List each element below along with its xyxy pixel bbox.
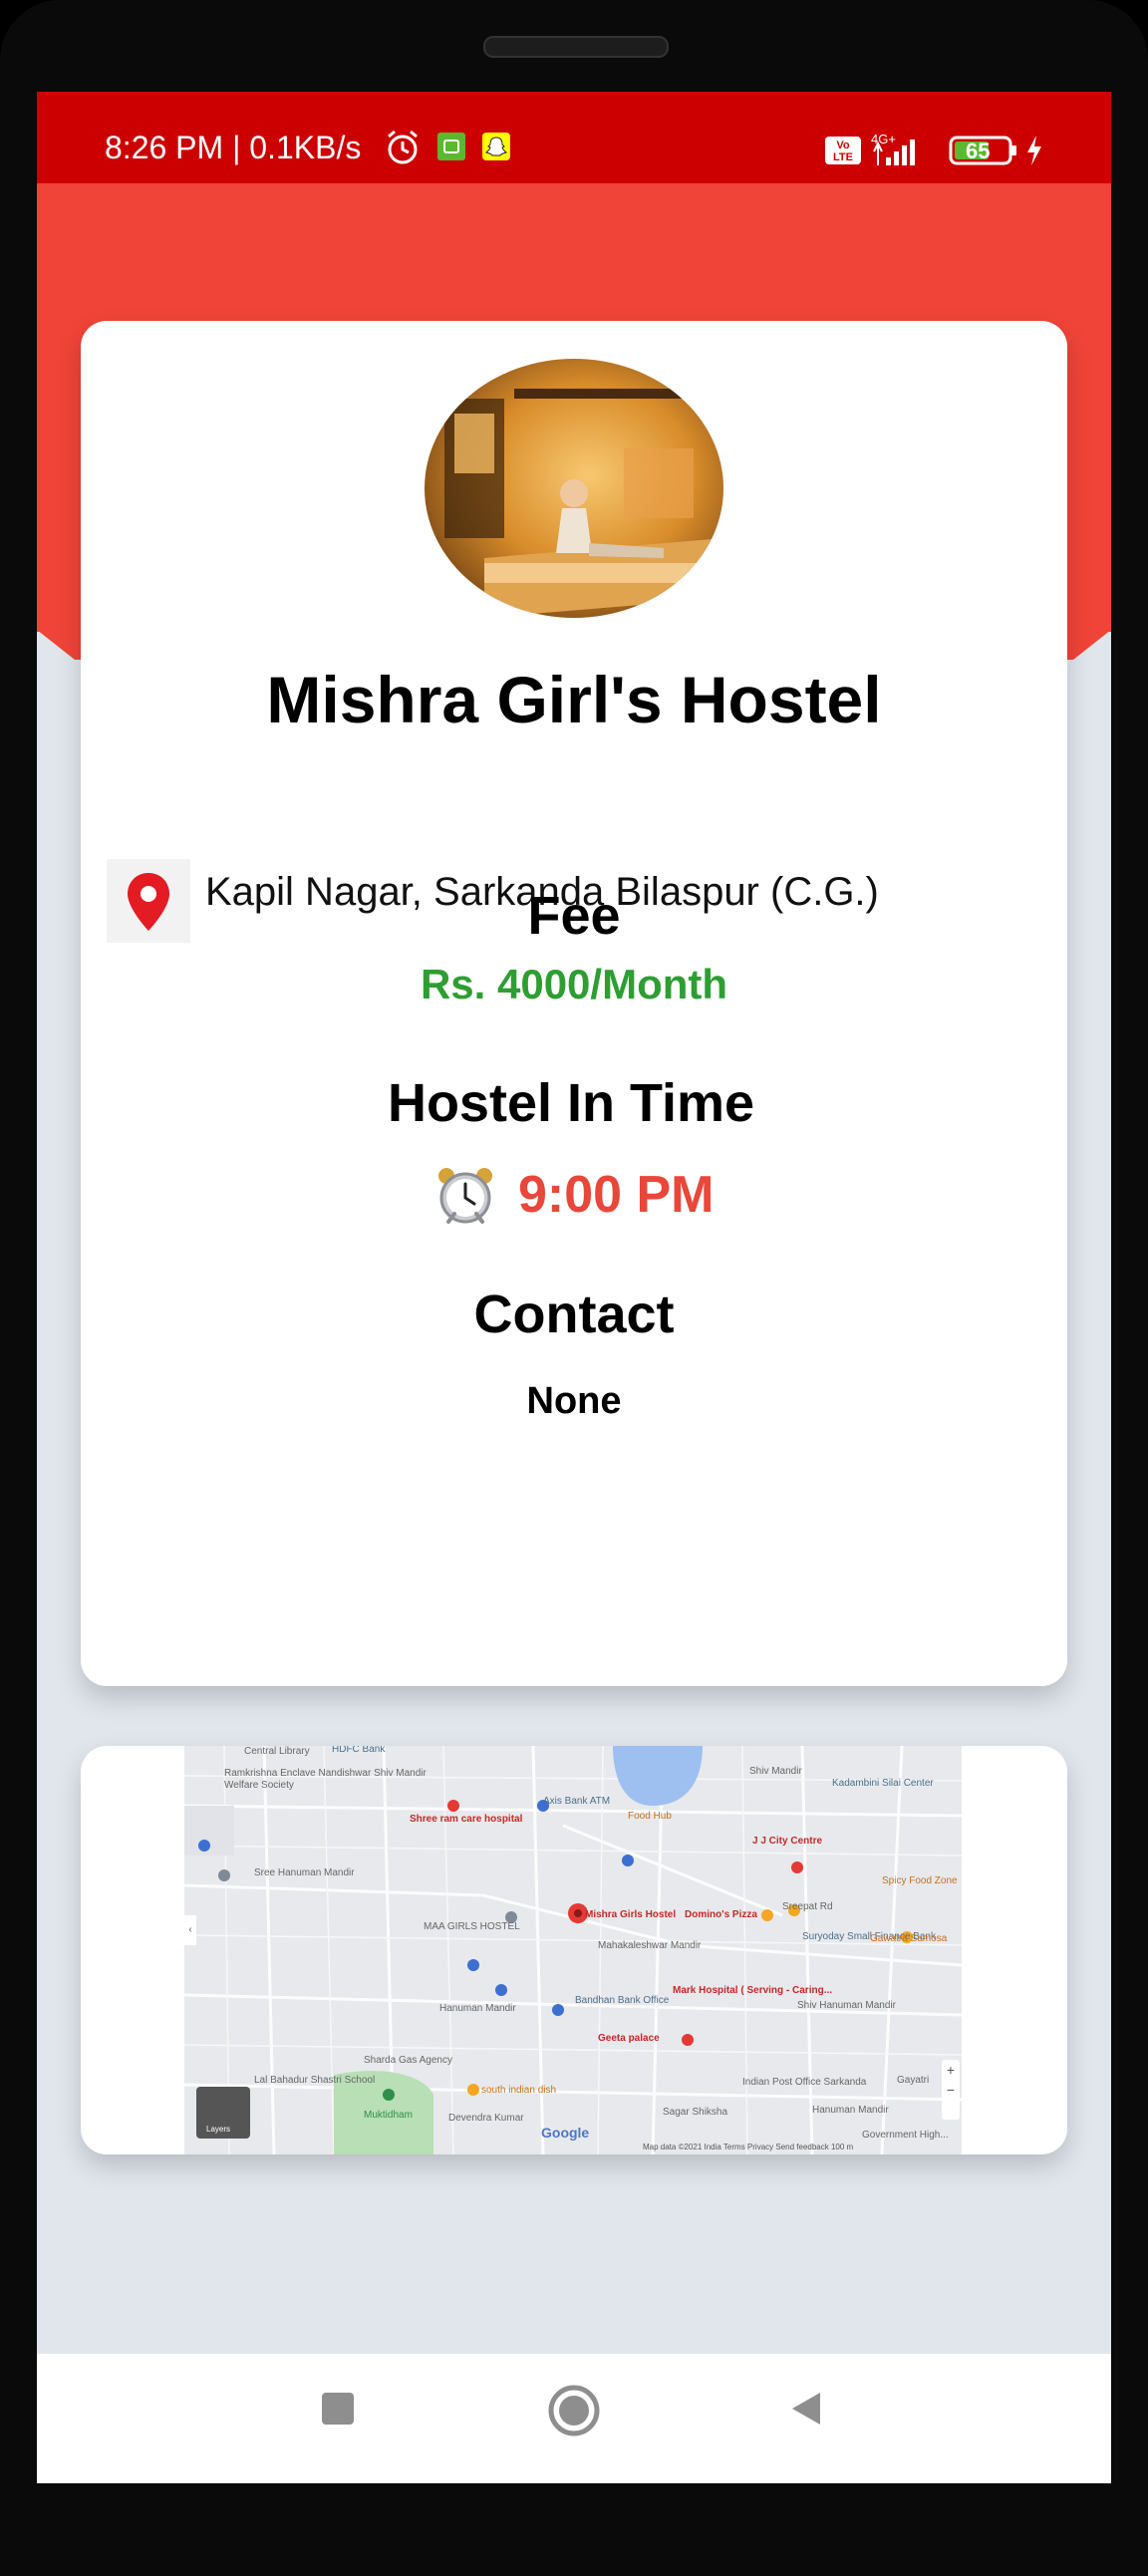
snapchat-icon: [482, 133, 510, 160]
map-label: Mahakaleshwar Mandir: [598, 1940, 702, 1951]
map-label: HDFC Bank: [332, 1746, 386, 1755]
battery-level: 65: [966, 139, 991, 163]
map-label: Sree Hanuman Mandir: [254, 1867, 355, 1878]
map-label: Kadambini Silai Center: [832, 1778, 934, 1789]
status-time: 8:26 PM | 0.1KB/s: [105, 130, 362, 165]
in-time-heading: Hostel In Time: [387, 1073, 755, 1133]
map-label: Shiv Hanuman Mandir: [797, 2000, 896, 2011]
map-label: J J City Centre: [752, 1836, 823, 1847]
home-button[interactable]: [547, 2384, 601, 2437]
map-zoom-controls[interactable]: + −: [942, 2060, 960, 2120]
map-label: Government High...: [862, 2130, 949, 2141]
map-label: Spicy Food Zone: [882, 1875, 958, 1886]
map-label: Ramkrishna Enclave Nandishwar Shiv Mandi…: [224, 1768, 427, 1779]
map-label: Food Hub: [628, 1811, 672, 1822]
contact-value: None: [526, 1380, 622, 1422]
in-time-row: 9:00 PM: [81, 1163, 1067, 1227]
screen: 8:26 PM | 0.1KB/s Vo LTE 4G+ 65 Mishra G…: [37, 92, 1111, 2483]
hostel-name: Mishra Girl's Hostel: [266, 663, 882, 736]
speaker-grille: [483, 36, 669, 58]
fee-value: Rs. 4000/Month: [420, 961, 728, 1007]
map-label: MAA GIRLS HOSTEL: [424, 1921, 520, 1932]
google-map[interactable]: Central Library HDFC Bank Ramkrishna Enc…: [184, 1746, 962, 2154]
map-label: Hanuman Mandir: [812, 2105, 889, 2116]
svg-text:LTE: LTE: [833, 151, 853, 163]
map-label: Domino's Pizza: [685, 1909, 757, 1920]
status-bar: 8:26 PM | 0.1KB/s Vo LTE 4G+ 65: [37, 92, 1111, 183]
fee-heading: Fee: [527, 886, 621, 946]
map-label: Sharda Gas Agency: [364, 2055, 452, 2066]
map-label: Bandhan Bank Office: [575, 1995, 670, 2006]
map-label: Muktidham: [364, 2110, 413, 2121]
charging-icon: [1027, 136, 1041, 165]
map-label: Geeta palace: [598, 2033, 660, 2044]
app-notification-icon: [437, 133, 465, 160]
hostel-card: Mishra Girl's Hostel Kapil Nagar, Sarkan…: [81, 321, 1067, 1686]
map-label: Axis Bank ATM: [543, 1796, 611, 1807]
map-label: Welfare Society: [224, 1780, 294, 1791]
map-label: Hanuman Mandir: [439, 2003, 516, 2014]
volte-icon: Vo LTE: [825, 137, 861, 164]
hostel-photo[interactable]: [425, 359, 723, 618]
signal-icon: [873, 140, 915, 165]
map-attribution: Map data ©2021 India Terms Privacy Send …: [643, 2143, 854, 2151]
map-label: Central Library: [244, 1746, 310, 1757]
map-label: Gawatra Samosa: [870, 1933, 948, 1944]
map-label: south indian dish: [481, 2085, 557, 2096]
layers-button[interactable]: Layers: [196, 2087, 250, 2139]
map-label: Mishra Girls Hostel: [585, 1909, 677, 1920]
map-label: Shree ram care hospital: [410, 1814, 523, 1825]
navigation-bar: [37, 2354, 1111, 2483]
in-time-value: 9:00 PM: [517, 1166, 715, 1224]
map-label: Sreepat Rd: [782, 1901, 833, 1912]
map-label: Gayatri: [897, 2075, 930, 2086]
map-label: Lal Bahadur Shastri School: [254, 2075, 376, 2086]
map-label: Mark Hospital ( Serving - Caring...: [673, 1985, 833, 1996]
recent-apps-button[interactable]: [318, 2389, 358, 2429]
map-label: Devendra Kumar: [448, 2113, 524, 2124]
map-label: Shiv Mandir: [749, 1766, 802, 1777]
phone-frame: 8:26 PM | 0.1KB/s Vo LTE 4G+ 65 Mishra G…: [0, 0, 1148, 2576]
google-logo: Google: [541, 2125, 590, 2141]
svg-text:Vo: Vo: [836, 140, 850, 151]
map-label: Indian Post Office Sarkanda: [742, 2077, 867, 2088]
alarm-clock-icon: [437, 1168, 492, 1224]
map-collapse-handle[interactable]: ‹: [184, 1915, 196, 1945]
alarm-icon: [388, 130, 418, 164]
map-card: Central Library HDFC Bank Ramkrishna Enc…: [81, 1746, 1067, 2154]
layers-label: Layers: [206, 2125, 231, 2134]
map-label: Sagar Shiksha: [663, 2107, 728, 2118]
contact-heading: Contact: [473, 1285, 675, 1344]
back-button[interactable]: [786, 2389, 826, 2429]
phone-chin: [0, 2483, 1148, 2576]
